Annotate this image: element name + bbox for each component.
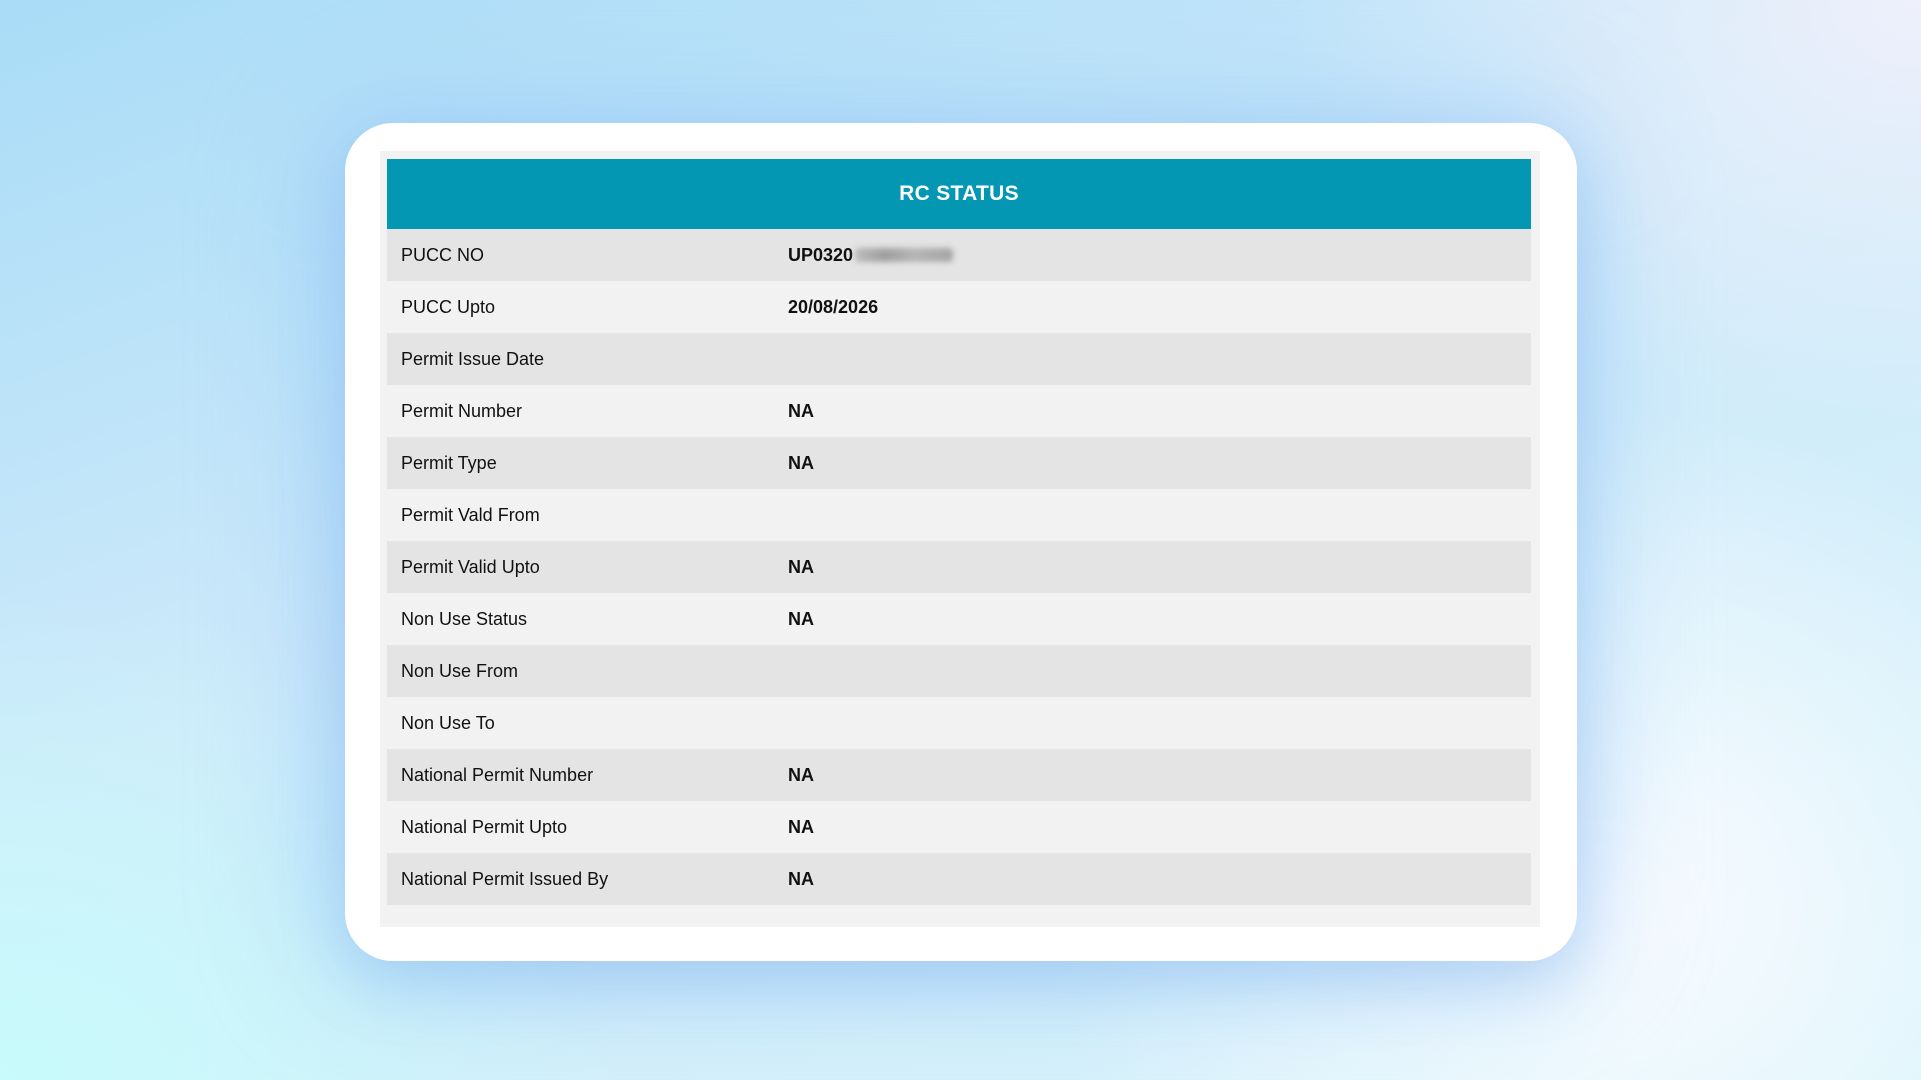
table-row: Permit Vald From <box>387 489 1531 541</box>
row-value: NA <box>788 608 814 629</box>
row-label: Permit Issue Date <box>401 348 545 369</box>
rc-status-card: RC STATUS PUCC NO UP0320 PUCC Upto 20/08… <box>345 123 1577 961</box>
table-row: National Permit Upto NA <box>387 801 1531 853</box>
row-label: Permit Number <box>401 400 523 421</box>
row-value: UP0320 <box>788 244 954 266</box>
table-row: PUCC NO UP0320 <box>387 229 1531 281</box>
row-value: 20/08/2026 <box>788 296 879 317</box>
table-row: Permit Number NA <box>387 385 1531 437</box>
table-row: PUCC Upto 20/08/2026 <box>387 281 1531 333</box>
rc-status-table: RC STATUS PUCC NO UP0320 PUCC Upto 20/08… <box>380 151 1540 927</box>
table-header: RC STATUS <box>387 159 1531 229</box>
table-body: PUCC NO UP0320 PUCC Upto 20/08/2026 Perm… <box>387 229 1531 905</box>
table-row: National Permit Number NA <box>387 749 1531 801</box>
row-value: NA <box>788 868 814 889</box>
row-value: NA <box>788 452 814 473</box>
row-label: Permit Valid Upto <box>401 556 540 577</box>
row-label: Non Use To <box>401 712 495 733</box>
row-value: NA <box>788 764 814 785</box>
row-label: National Permit Issued By <box>401 868 609 889</box>
row-label: National Permit Number <box>401 764 594 785</box>
table-row: Permit Valid Upto NA <box>387 541 1531 593</box>
row-label: Permit Type <box>401 452 497 473</box>
table-title: RC STATUS <box>899 182 1019 205</box>
row-label: PUCC NO <box>401 244 485 265</box>
row-label: PUCC Upto <box>401 296 496 317</box>
table-row: Non Use From <box>387 645 1531 697</box>
row-value-text: UP0320 <box>788 244 854 265</box>
redacted-blur <box>855 248 954 262</box>
table-row: Non Use To <box>387 697 1531 749</box>
table-row: Permit Issue Date <box>387 333 1531 385</box>
row-value: NA <box>788 816 814 837</box>
row-label: Non Use From <box>401 660 519 681</box>
row-label: National Permit Upto <box>401 816 568 837</box>
table-row: Permit Type NA <box>387 437 1531 489</box>
row-value: NA <box>788 556 814 577</box>
row-label: Permit Vald From <box>401 504 540 525</box>
row-label: Non Use Status <box>401 608 528 629</box>
row-value: NA <box>788 400 814 421</box>
table-row: National Permit Issued By NA <box>387 853 1531 905</box>
table-row: Non Use Status NA <box>387 593 1531 645</box>
